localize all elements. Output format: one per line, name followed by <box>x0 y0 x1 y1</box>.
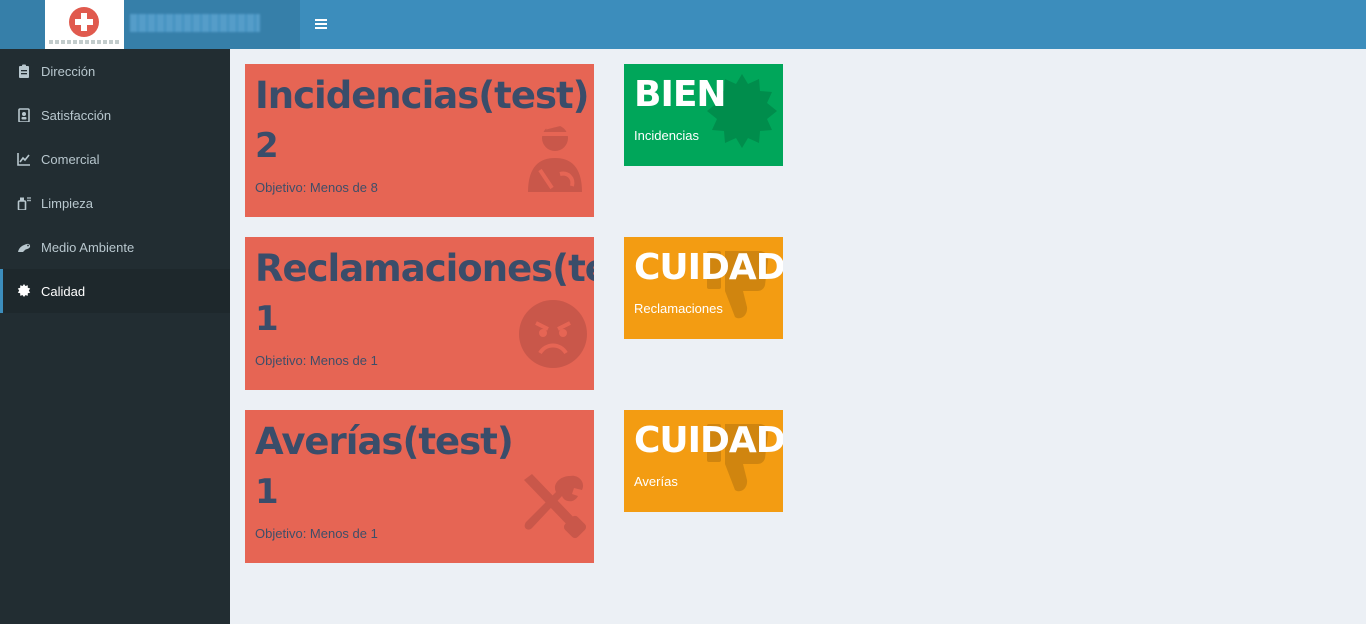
sidebar-item-direccion[interactable]: Dirección <box>0 49 230 93</box>
line-chart-icon <box>17 153 30 166</box>
sidebar-toggle-button[interactable] <box>309 12 333 36</box>
status-box-reclamaciones: CUIDADO Reclamaciones <box>624 237 783 339</box>
frog-icon <box>18 243 31 252</box>
injured-person-icon <box>528 122 582 192</box>
kpi-box-incidencias: Incidencias(test) 2 Objetivo: Menos de 8 <box>245 64 594 217</box>
sidebar-item-label: Satisfacción <box>41 107 112 123</box>
logo-area[interactable] <box>0 0 300 49</box>
tools-icon <box>524 474 587 539</box>
clipboard-icon <box>19 64 29 78</box>
status-caption: Averías <box>634 474 678 489</box>
spray-bottle-icon <box>17 197 31 210</box>
sidebar-item-satisfaccion[interactable]: Satisfacción <box>0 93 230 137</box>
kpi-goal: Objetivo: Menos de 1 <box>255 353 378 368</box>
cross-logo-icon <box>69 7 99 37</box>
status-box-incidencias: BIEN Incidencias <box>624 64 783 166</box>
company-logo <box>45 0 124 49</box>
kpi-value: 2 <box>255 126 279 166</box>
top-header <box>0 0 1366 49</box>
status-word: BIEN <box>634 74 727 115</box>
sidebar-item-label: Dirección <box>41 63 96 79</box>
hamburger-icon <box>315 18 327 30</box>
kpi-goal: Objetivo: Menos de 8 <box>255 180 378 195</box>
sidebar: Dirección Satisfacción Comercial Limpiez… <box>0 49 230 624</box>
kpi-title: Incidencias(test) <box>255 74 590 117</box>
id-badge-icon <box>18 108 30 122</box>
logo-subtext <box>49 40 119 44</box>
kpi-goal: Objetivo: Menos de 1 <box>255 526 378 541</box>
sidebar-item-label: Comercial <box>41 151 100 167</box>
kpi-title: Reclamaciones(test) <box>255 247 594 290</box>
kpi-value: 1 <box>255 472 279 512</box>
kpi-box-reclamaciones: Reclamaciones(test) 1 Objetivo: Menos de… <box>245 237 594 390</box>
sidebar-item-label: Medio Ambiente <box>41 239 135 255</box>
status-word: CUIDADO <box>634 420 783 461</box>
status-word: CUIDADO <box>634 247 783 288</box>
status-box-averias: CUIDADO Averías <box>624 410 783 512</box>
angry-face-icon <box>519 300 587 368</box>
kpi-title: Averías(test) <box>255 420 514 463</box>
sidebar-item-label: Limpieza <box>41 195 94 211</box>
sidebar-item-medio-ambiente[interactable]: Medio Ambiente <box>0 225 230 269</box>
sidebar-item-limpieza[interactable]: Limpieza <box>0 181 230 225</box>
sidebar-item-label: Calidad <box>41 283 86 299</box>
sidebar-item-calidad[interactable]: Calidad <box>0 269 230 313</box>
app-title-blurred <box>130 14 260 32</box>
certificate-icon <box>17 284 31 297</box>
kpi-box-averias: Averías(test) 1 Objetivo: Menos de 1 <box>245 410 594 563</box>
status-caption: Reclamaciones <box>634 301 723 316</box>
sidebar-item-comercial[interactable]: Comercial <box>0 137 230 181</box>
status-caption: Incidencias <box>634 128 700 143</box>
kpi-value: 1 <box>255 299 279 339</box>
